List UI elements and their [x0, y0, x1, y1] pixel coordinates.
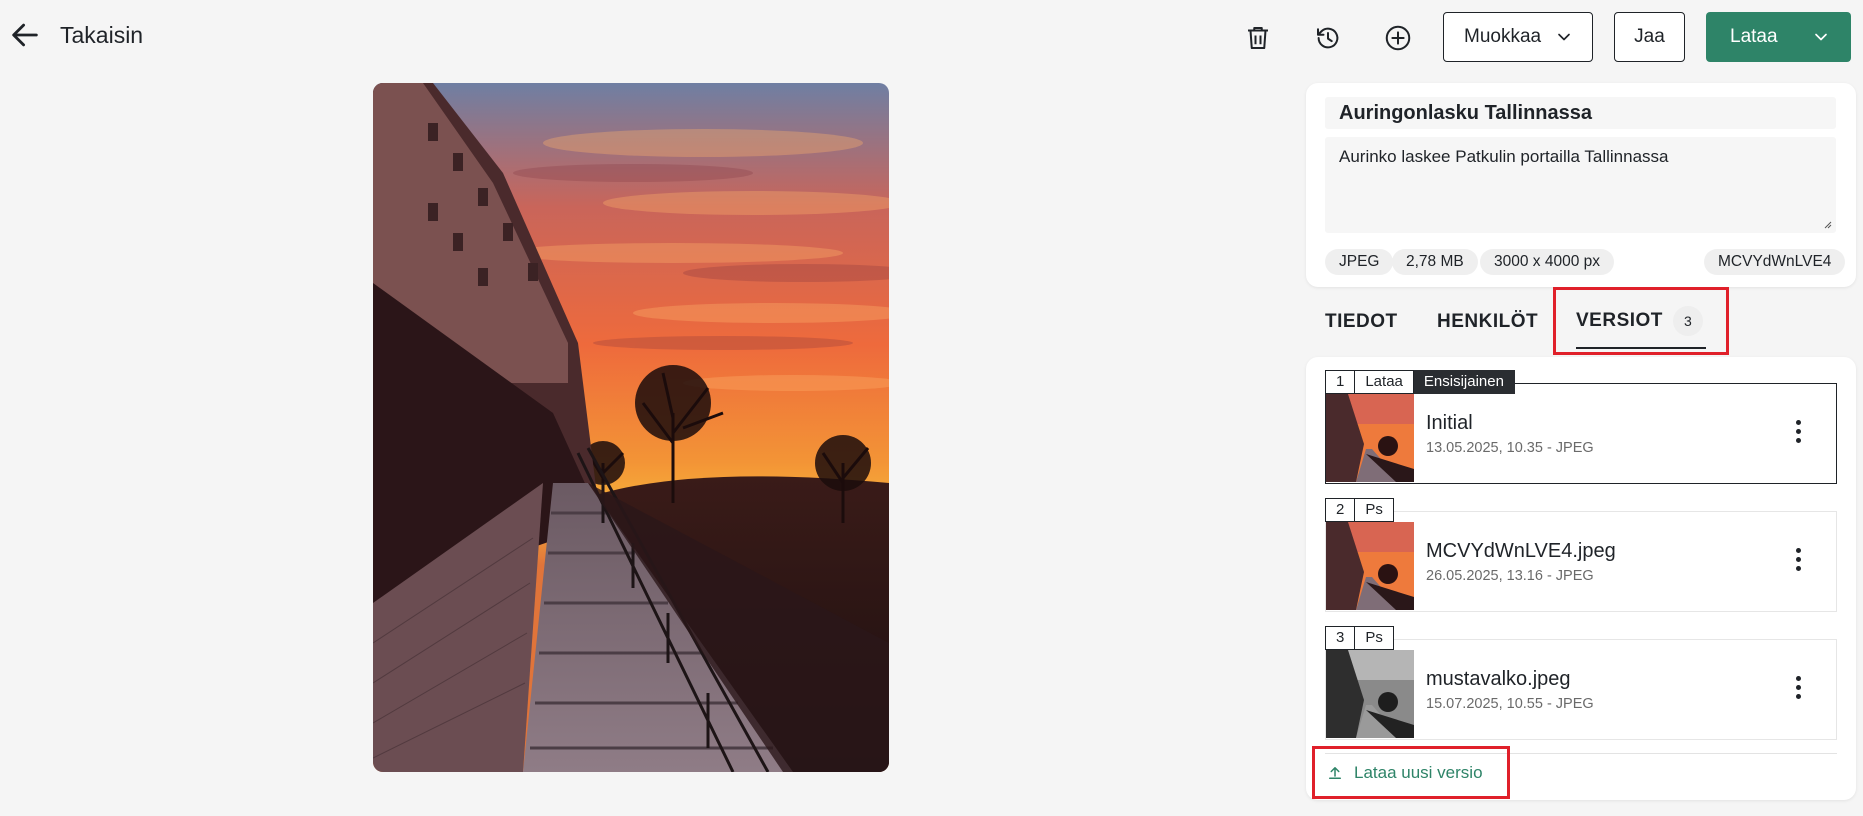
- filesize-chip: 2,78 MB: [1392, 249, 1478, 275]
- share-label: Jaa: [1634, 26, 1665, 47]
- version-tags-1: 1 Lataa Ensisijainen: [1325, 370, 1515, 394]
- version-row-2[interactable]: MCVYdWnLVE4.jpeg 26.05.2025, 13.16 - JPE…: [1325, 511, 1837, 612]
- version-tags-3: 3 Ps: [1325, 626, 1394, 650]
- chevron-down-icon: [1558, 33, 1570, 41]
- asset-title-input[interactable]: Auringonlasku Tallinnassa: [1325, 97, 1836, 129]
- dimensions-chip: 3000 x 4000 px: [1480, 249, 1615, 275]
- version-menu-button[interactable]: [1794, 548, 1802, 574]
- version-download-tag[interactable]: Lataa: [1355, 370, 1414, 394]
- version-row-1[interactable]: Initial 13.05.2025, 10.35 - JPEG: [1325, 383, 1837, 484]
- tab-people[interactable]: HENKILÖT: [1437, 311, 1538, 333]
- edit-dropdown[interactable]: Muokkaa: [1443, 12, 1593, 62]
- version-name: Initial: [1426, 412, 1473, 434]
- version-meta: 26.05.2025, 13.16 - JPEG: [1426, 568, 1594, 584]
- history-icon: [1317, 27, 1339, 49]
- back-button[interactable]: Takaisin: [8, 18, 143, 52]
- version-name: MCVYdWnLVE4.jpeg: [1426, 540, 1616, 562]
- kebab-icon: [1794, 548, 1802, 571]
- add-button[interactable]: [1378, 18, 1418, 58]
- version-app-tag: Ps: [1355, 626, 1394, 650]
- version-name: mustavalko.jpeg: [1426, 668, 1571, 690]
- version-number: 3: [1325, 626, 1356, 650]
- plus-circle-icon: [1385, 25, 1411, 51]
- version-number: 1: [1325, 370, 1356, 394]
- arrow-left-icon: [12, 23, 38, 47]
- edit-label: Muokkaa: [1464, 26, 1542, 47]
- upload-highlight: [1312, 746, 1510, 799]
- kebab-icon: [1794, 420, 1802, 443]
- back-label: Takaisin: [60, 21, 144, 48]
- version-menu-button[interactable]: [1794, 676, 1802, 702]
- download-label: Lataa: [1730, 26, 1778, 47]
- download-button[interactable]: Lataa: [1706, 12, 1851, 62]
- asset-description-textarea[interactable]: Aurinko laskee Patkulin portailla Tallin…: [1325, 137, 1836, 233]
- version-meta: 13.05.2025, 10.35 - JPEG: [1426, 440, 1594, 456]
- asset-id-chip: MCVYdWnLVE4: [1704, 249, 1846, 275]
- format-chip: JPEG: [1325, 249, 1394, 275]
- resize-grip-icon[interactable]: [1822, 219, 1832, 229]
- asset-description-text: Aurinko laskee Patkulin portailla Tallin…: [1339, 147, 1669, 166]
- trash-icon: [1248, 27, 1268, 49]
- version-menu-button[interactable]: [1794, 420, 1802, 446]
- version-thumbnail: [1326, 394, 1414, 482]
- tab-details[interactable]: TIEDOT: [1325, 311, 1398, 333]
- version-row-3[interactable]: mustavalko.jpeg 15.07.2025, 10.55 - JPEG: [1325, 639, 1837, 740]
- version-thumbnail: [1326, 650, 1414, 738]
- delete-button[interactable]: [1238, 18, 1278, 58]
- version-app-tag: Ps: [1355, 498, 1394, 522]
- chevron-down-icon[interactable]: [1811, 27, 1831, 47]
- version-number: 2: [1325, 498, 1356, 522]
- share-button[interactable]: Jaa: [1614, 12, 1685, 62]
- version-meta: 15.07.2025, 10.55 - JPEG: [1426, 696, 1594, 712]
- history-button[interactable]: [1308, 18, 1348, 58]
- version-thumbnail: [1326, 522, 1414, 610]
- version-tags-2: 2 Ps: [1325, 498, 1394, 522]
- asset-preview-image: [373, 83, 889, 772]
- primary-badge: Ensisijainen: [1413, 370, 1515, 394]
- versions-tab-highlight: [1553, 287, 1729, 355]
- kebab-icon: [1794, 676, 1802, 699]
